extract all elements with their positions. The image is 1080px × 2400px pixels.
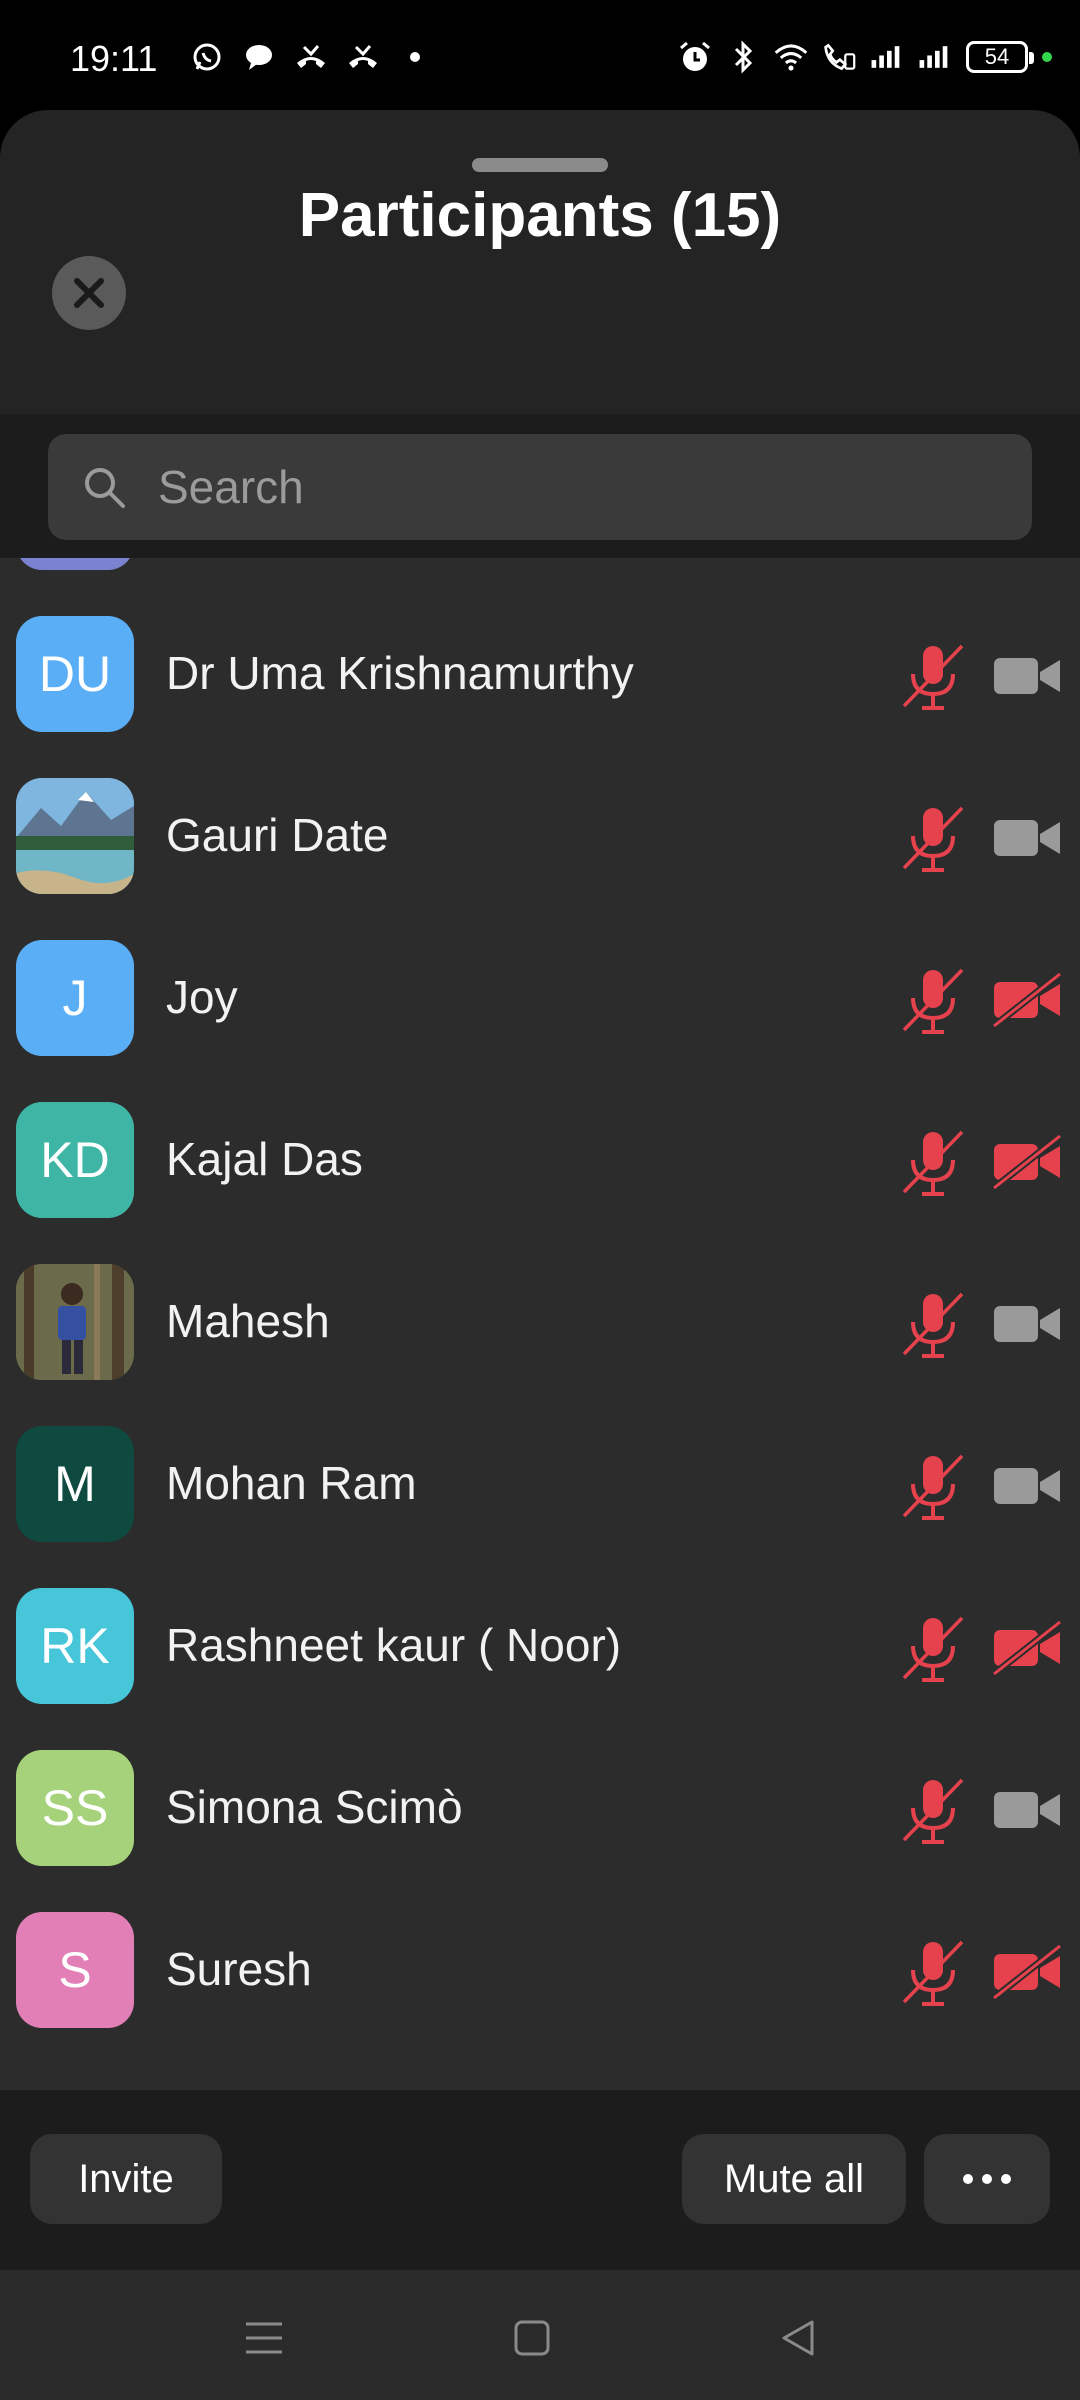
- wifi-calling-icon: [822, 40, 856, 74]
- alarm-icon: [678, 40, 712, 74]
- participant-row[interactable]: AK Angelos Kritoulis: [0, 558, 1080, 592]
- mic-muted-icon[interactable]: [896, 1774, 970, 1848]
- menu-icon[interactable]: [236, 2310, 292, 2366]
- mic-muted-icon[interactable]: [896, 964, 970, 1038]
- system-nav-bar: [0, 2270, 1080, 2400]
- participant-name: Dr Uma Krishnamurthy: [166, 647, 634, 699]
- notification-icons: [190, 40, 432, 74]
- mic-muted-icon[interactable]: [896, 640, 970, 714]
- sheet-grabber[interactable]: [472, 158, 608, 172]
- video-icon[interactable]: [992, 1782, 1064, 1838]
- participants-sheet: Participants (15) AKAngelos KritoulisDUD…: [0, 110, 1080, 2270]
- mic-muted-icon[interactable]: [896, 1936, 970, 2010]
- search-icon: [80, 463, 128, 511]
- participant-name: Angelos Kritoulis: [166, 558, 509, 592]
- participant-row[interactable]: DU Dr Uma Krishnamurthy: [0, 592, 1080, 754]
- participant-row[interactable]: RK Rashneet kaur ( Noor): [0, 1564, 1080, 1726]
- signal-icon: [918, 40, 952, 74]
- dot-icon: [398, 40, 432, 74]
- invite-button[interactable]: Invite: [30, 2134, 222, 2224]
- footer-bar: Invite Mute all: [0, 2090, 1080, 2270]
- participants-list-inner: AK Angelos Kritoulis DU Dr Uma Krishnamurth…: [0, 558, 1080, 2050]
- close-icon: [74, 278, 104, 308]
- back-icon[interactable]: [770, 2310, 826, 2366]
- mic-muted-icon[interactable]: [896, 1450, 970, 1524]
- battery-level: 54: [984, 44, 1010, 69]
- search-area: [0, 414, 1080, 558]
- participant-name: Kajal Das: [166, 1133, 363, 1185]
- participant-name: Simona Scimò: [166, 1781, 463, 1833]
- sheet-title: Participants (15): [298, 181, 782, 250]
- participant-row[interactable]: S Suresh: [0, 1888, 1080, 2050]
- mic-muted-icon[interactable]: [896, 802, 970, 876]
- battery-indicator: 54: [966, 41, 1034, 73]
- video-off-icon[interactable]: [991, 1619, 1064, 1677]
- status-bar: 19:11 54: [0, 0, 1080, 110]
- avatar: J: [16, 940, 134, 1056]
- participant-name: Mahesh: [166, 1295, 330, 1347]
- missed-call-icon: [346, 40, 380, 74]
- avatar: AK: [16, 558, 134, 570]
- mic-muted-icon[interactable]: [896, 1612, 970, 1686]
- avatar: DU: [16, 616, 134, 732]
- more-icon: [963, 2174, 1011, 2184]
- privacy-dot: [1042, 52, 1052, 62]
- video-off-icon[interactable]: [991, 971, 1064, 1029]
- status-time: 19:11: [70, 38, 158, 79]
- bluetooth-icon: [726, 40, 760, 74]
- mic-muted-icon[interactable]: [896, 1288, 970, 1362]
- more-options-button[interactable]: [924, 2134, 1050, 2224]
- video-icon[interactable]: [992, 1296, 1064, 1352]
- avatar: SS: [16, 1750, 134, 1866]
- system-icons: 54: [678, 40, 1052, 74]
- participant-row[interactable]: J Joy: [0, 916, 1080, 1078]
- video-off-icon[interactable]: [991, 1943, 1064, 2001]
- avatar: [16, 778, 134, 894]
- whatsapp-icon: [190, 40, 224, 74]
- participant-name: Joy: [166, 971, 238, 1023]
- participant-name: Rashneet kaur ( Noor): [166, 1619, 622, 1671]
- home-icon[interactable]: [504, 2310, 560, 2366]
- participant-name: Mohan Ram: [166, 1457, 417, 1509]
- participant-row[interactable]: KD Kajal Das: [0, 1078, 1080, 1240]
- search-input[interactable]: [158, 460, 958, 514]
- avatar: RK: [16, 1588, 134, 1704]
- participant-name: Gauri Date: [166, 809, 389, 861]
- avatar: S: [16, 1912, 134, 2028]
- message-icon: [242, 40, 276, 74]
- participant-row[interactable]: Mahesh: [0, 1240, 1080, 1402]
- participant-name: Suresh: [166, 1943, 312, 1995]
- participant-row[interactable]: SS Simona Scimò: [0, 1726, 1080, 1888]
- avatar: [16, 1264, 134, 1380]
- participants-list[interactable]: AK Angelos Kritoulis DU Dr Uma Krishnamurth…: [0, 558, 1080, 2090]
- wifi-icon: [774, 40, 808, 74]
- video-icon[interactable]: [992, 648, 1064, 704]
- search-box[interactable]: [48, 434, 1032, 540]
- mic-muted-icon[interactable]: [896, 1126, 970, 1200]
- participant-row[interactable]: Gauri Date: [0, 754, 1080, 916]
- video-icon[interactable]: [992, 1458, 1064, 1514]
- avatar: KD: [16, 1102, 134, 1218]
- signal-icon: [870, 40, 904, 74]
- missed-call-icon: [294, 40, 328, 74]
- participant-row[interactable]: M Mohan Ram: [0, 1402, 1080, 1564]
- video-off-icon[interactable]: [991, 1133, 1064, 1191]
- mute-all-button[interactable]: Mute all: [682, 2134, 906, 2224]
- video-icon[interactable]: [992, 810, 1064, 866]
- avatar: M: [16, 1426, 134, 1542]
- close-button[interactable]: [52, 256, 126, 330]
